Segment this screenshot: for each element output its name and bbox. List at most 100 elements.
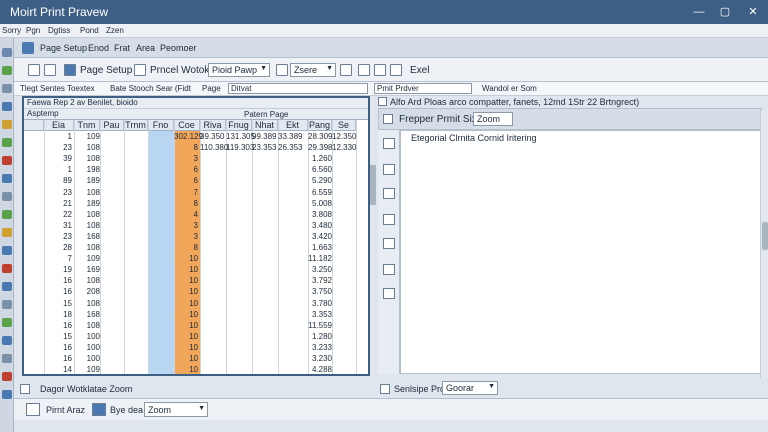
table-cell[interactable]: 131.305 <box>226 132 255 141</box>
table-cell[interactable]: 99.389 <box>252 132 276 141</box>
page-icon[interactable] <box>276 64 288 76</box>
column-header[interactable]: Trnm <box>124 120 148 131</box>
column-header[interactable]: Coe <box>174 120 200 131</box>
table-cell[interactable]: 39.350 <box>200 132 224 141</box>
table-cell[interactable]: 1.663 <box>308 243 332 252</box>
table-cell[interactable]: 6.559 <box>308 188 332 197</box>
table-cell[interactable]: 3.250 <box>308 265 332 274</box>
table-cell[interactable]: 100 <box>74 343 100 352</box>
table-cell[interactable]: 108 <box>74 154 100 163</box>
table-cell[interactable]: 18 <box>44 310 72 319</box>
table-cell[interactable]: 109 <box>74 254 100 263</box>
tool-icon[interactable] <box>2 354 12 363</box>
bye-icon[interactable] <box>92 403 106 416</box>
table-cell[interactable]: 10 <box>174 276 198 285</box>
table-cell[interactable]: 26.353 <box>278 143 302 152</box>
printer-icon[interactable] <box>383 114 393 124</box>
table-cell[interactable]: 4 <box>174 210 198 219</box>
table-cell[interactable]: 108 <box>74 143 100 152</box>
layout-icon[interactable] <box>383 264 395 275</box>
tool-icon[interactable] <box>2 48 12 57</box>
zoom-combo-bottom[interactable]: Zoom ▼ <box>144 402 208 417</box>
table-cell[interactable]: 29.398 <box>308 143 332 152</box>
column-header[interactable]: Riva <box>200 120 226 131</box>
table-cell[interactable]: 16 <box>44 343 72 352</box>
table-cell[interactable]: 28.309 <box>308 132 332 141</box>
tool-icon[interactable] <box>2 300 12 309</box>
tool-icon[interactable] <box>2 66 12 75</box>
table-cell[interactable]: 100 <box>74 332 100 341</box>
table-cell[interactable]: 3.420 <box>308 232 332 241</box>
lock-icon[interactable] <box>340 64 352 76</box>
corner-cell[interactable] <box>24 120 44 131</box>
table-cell[interactable]: 3.480 <box>308 221 332 230</box>
menu-item[interactable]: Pgn <box>26 26 40 35</box>
minimize-button[interactable]: — <box>688 3 710 21</box>
table-cell[interactable]: 14 <box>44 365 72 374</box>
table-cell[interactable]: 3.792 <box>308 276 332 285</box>
table-cell[interactable]: 89 <box>44 176 72 185</box>
table-cell[interactable]: 7 <box>174 188 198 197</box>
tool-icon[interactable] <box>2 210 12 219</box>
table-cell[interactable]: 5.008 <box>308 199 332 208</box>
table-cell[interactable]: 10 <box>174 332 198 341</box>
page-setup-icon[interactable] <box>64 64 76 76</box>
tool-icon[interactable] <box>2 84 12 93</box>
print-area-button[interactable]: Pirnt Araz <box>46 405 85 415</box>
tool-icon[interactable] <box>2 264 12 273</box>
upload-icon[interactable] <box>358 64 370 76</box>
print-setting-combo[interactable]: Goorar ▼ <box>442 381 498 395</box>
printer-icon[interactable] <box>28 64 40 76</box>
table-cell[interactable]: 3.230 <box>308 354 332 363</box>
table-cell[interactable]: 1.260 <box>308 154 332 163</box>
zoom-field[interactable]: Zoom <box>473 112 513 126</box>
page-setup-button[interactable]: Page Setup <box>80 65 132 76</box>
table-cell[interactable]: 31 <box>44 221 72 230</box>
table-cell[interactable]: 3 <box>174 232 198 241</box>
table-cell[interactable]: 119.303 <box>226 143 254 152</box>
table-cell[interactable]: 109 <box>74 132 100 141</box>
table-cell[interactable]: 6.560 <box>308 165 332 174</box>
table-cell[interactable]: 15 <box>44 332 72 341</box>
table-icon[interactable] <box>383 188 395 199</box>
print-combo[interactable]: Pioid Pawp ▼ <box>208 63 270 77</box>
table-cell[interactable]: 108 <box>74 243 100 252</box>
table-cell[interactable]: 10 <box>174 343 198 352</box>
column-header[interactable]: Tnm <box>74 120 100 131</box>
printer-combo[interactable]: Pmit Prdver <box>374 83 472 94</box>
grid-icon[interactable] <box>383 138 395 149</box>
tool-icon[interactable] <box>2 120 12 129</box>
table-cell[interactable]: 10 <box>174 321 198 330</box>
table-cell[interactable]: 22 <box>44 210 72 219</box>
tool-icon[interactable] <box>2 138 12 147</box>
table-cell[interactable]: 23 <box>44 232 72 241</box>
table-cell[interactable]: 15 <box>44 299 72 308</box>
zoom-combo[interactable]: Zsere ▼ <box>290 63 336 77</box>
table-cell[interactable]: 10 <box>174 265 198 274</box>
grid-icon[interactable] <box>374 64 386 76</box>
column-header[interactable]: Fnug <box>226 120 252 131</box>
table-cell[interactable]: 1 <box>44 165 72 174</box>
tool-icon[interactable] <box>2 372 12 381</box>
column-header[interactable]: Se <box>332 120 356 131</box>
print-icon[interactable] <box>134 64 146 76</box>
table-cell[interactable]: 169 <box>74 265 100 274</box>
format-icon[interactable] <box>383 238 395 249</box>
table-cell[interactable]: 12.330 <box>332 143 356 152</box>
table-cell[interactable]: 12.350 <box>332 132 356 141</box>
page-icon[interactable] <box>383 288 395 299</box>
table-cell[interactable]: 5.290 <box>308 176 332 185</box>
table-cell[interactable]: 8 <box>174 199 198 208</box>
tool-icon[interactable] <box>2 174 12 183</box>
tool-icon[interactable] <box>2 192 12 201</box>
table-cell[interactable]: 100 <box>74 354 100 363</box>
ribbon-tab[interactable]: Enod <box>88 43 109 53</box>
table-cell[interactable]: 33.389 <box>278 132 302 141</box>
menu-item[interactable]: Pond <box>80 26 99 35</box>
column-header[interactable]: Nhat <box>252 120 278 131</box>
table-cell[interactable]: 8 <box>174 243 198 252</box>
table-cell[interactable]: 3 <box>174 154 198 163</box>
maximize-button[interactable]: ▢ <box>714 3 736 21</box>
table-cell[interactable]: 28 <box>44 243 72 252</box>
scrollbar-thumb[interactable] <box>762 222 768 250</box>
